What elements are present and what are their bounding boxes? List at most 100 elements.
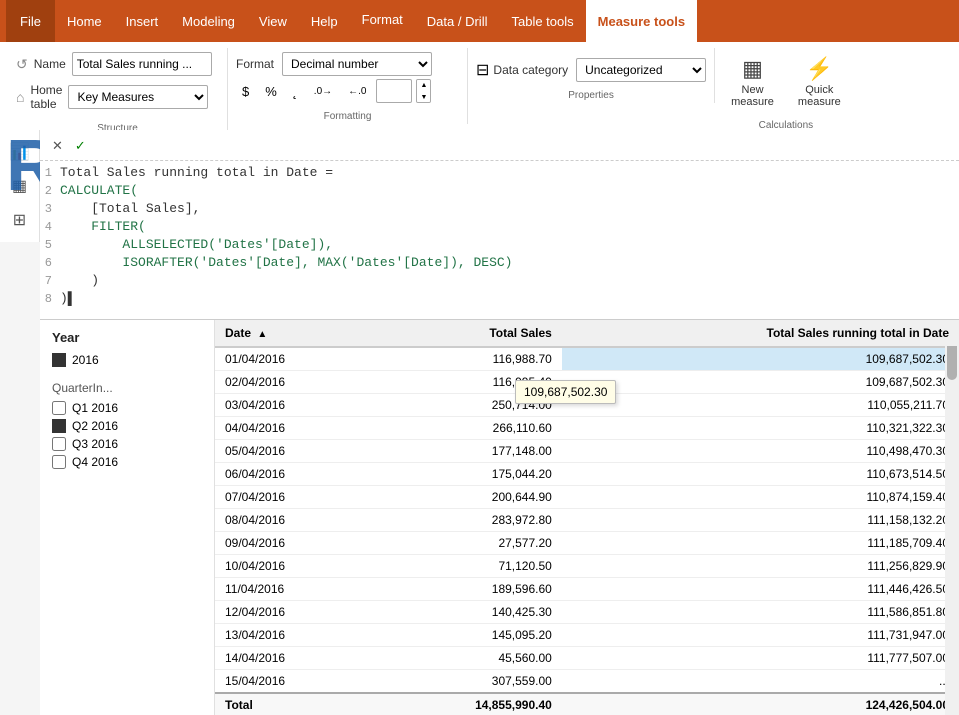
quick-measure-label: Quick measure bbox=[798, 84, 841, 108]
menu-view[interactable]: View bbox=[247, 0, 299, 42]
data-area: Year 2016 QuarterIn... Q1 2016 Q2 2016 Q… bbox=[40, 320, 959, 715]
cell-date: 01/04/2016 bbox=[215, 347, 372, 371]
year-2016-checkbox[interactable] bbox=[52, 353, 66, 367]
quick-measure-btn[interactable]: ⚡ Quick measure bbox=[790, 52, 849, 112]
menu-home[interactable]: Home bbox=[55, 0, 114, 42]
total-row: Total 14,855,990.40 124,426,504.00 bbox=[215, 693, 959, 715]
cell-sales: 307,559.00 bbox=[372, 670, 562, 694]
formatting-label: Formatting bbox=[236, 111, 459, 124]
table-row: 04/04/2016266,110.60110,321,322.30 bbox=[215, 417, 959, 440]
menu-help[interactable]: Help bbox=[299, 0, 350, 42]
formula-lines: 1 Total Sales running total in Date = 2 … bbox=[40, 161, 959, 313]
left-sidebar: 📊 ▦ ⊞ bbox=[0, 130, 40, 242]
q1-checkbox[interactable] bbox=[52, 401, 66, 415]
table-view-icon[interactable]: ▦ bbox=[8, 172, 31, 200]
dollar-btn[interactable]: $ bbox=[236, 79, 255, 103]
cell-sales: 27,577.20 bbox=[372, 532, 562, 555]
name-input[interactable] bbox=[72, 52, 212, 76]
menu-format[interactable]: Format bbox=[350, 0, 415, 42]
percent-btn[interactable]: % bbox=[259, 79, 283, 103]
table-container: Date ▲ Total Sales Total Sales running t… bbox=[215, 320, 959, 715]
cell-date: 03/04/2016 bbox=[215, 394, 372, 417]
q4-checkbox[interactable] bbox=[52, 455, 66, 469]
menu-insert[interactable]: Insert bbox=[114, 0, 171, 42]
total-label: Total bbox=[215, 693, 372, 715]
data-category-icon: ⊟ bbox=[476, 60, 489, 80]
q3-label: Q3 2016 bbox=[72, 437, 118, 451]
cell-running: 111,446,426.50 bbox=[562, 578, 959, 601]
filter-panel: Year 2016 QuarterIn... Q1 2016 Q2 2016 Q… bbox=[40, 320, 215, 715]
cell-running: 110,055,211.70 bbox=[562, 394, 959, 417]
cell-sales: 175,044.20 bbox=[372, 463, 562, 486]
cell-date: 10/04/2016 bbox=[215, 555, 372, 578]
chart-view-icon[interactable]: 📊 bbox=[6, 138, 34, 166]
main-area: ✕ ✓ 1 Total Sales running total in Date … bbox=[40, 130, 959, 715]
q4-item[interactable]: Q4 2016 bbox=[52, 455, 202, 469]
cell-running: 111,777,507.00 bbox=[562, 647, 959, 670]
ribbon-group-formatting: Format Decimal number $ % ˛ .0→ ←.0 2 ▲▼ bbox=[228, 48, 468, 124]
formula-line-1: 1 Total Sales running total in Date = bbox=[40, 165, 959, 183]
comma-btn[interactable]: ˛ bbox=[287, 79, 304, 103]
formula-line-6: 6 ISORAFTER('Dates'[Date], MAX('Dates'[D… bbox=[40, 255, 959, 273]
menu-table-tools[interactable]: Table tools bbox=[499, 0, 585, 42]
ribbon-group-structure: ↺ Name ⌂ Home table Key Measures Structu… bbox=[8, 48, 228, 136]
table-row: 14/04/201645,560.00111,777,507.00 bbox=[215, 647, 959, 670]
year-filter-title: Year bbox=[52, 330, 202, 345]
cell-running: 111,185,709.40 bbox=[562, 532, 959, 555]
cell-running: 109,687,502.30 bbox=[562, 347, 959, 371]
menu-measure-tools[interactable]: Measure tools bbox=[586, 0, 697, 42]
new-measure-icon: ▦ bbox=[742, 56, 763, 82]
q1-item[interactable]: Q1 2016 bbox=[52, 401, 202, 415]
table-row: 09/04/201627,577.20111,185,709.40 bbox=[215, 532, 959, 555]
formula-toolbar: ✕ ✓ bbox=[40, 136, 959, 161]
menu-bar: File Home Insert Modeling View Help Form… bbox=[0, 0, 959, 42]
q2-item[interactable]: Q2 2016 bbox=[52, 419, 202, 433]
col-total-sales[interactable]: Total Sales bbox=[372, 320, 562, 347]
ribbon-group-calculations: ▦ New measure ⚡ Quick measure Calculatio… bbox=[715, 48, 857, 133]
formula-line-5: 5 ALLSELECTED('Dates'[Date]), bbox=[40, 237, 959, 255]
table-footer: Total 14,855,990.40 124,426,504.00 bbox=[215, 693, 959, 715]
decimal-increase-btn[interactable]: .0→ bbox=[308, 79, 338, 103]
cell-running: 111,158,132.20 bbox=[562, 509, 959, 532]
new-measure-btn[interactable]: ▦ New measure bbox=[723, 52, 782, 112]
decimal-spinner[interactable]: ▲▼ bbox=[416, 79, 431, 103]
cell-date: 09/04/2016 bbox=[215, 532, 372, 555]
cell-running: 111,256,829.90 bbox=[562, 555, 959, 578]
cell-sales: 283,972.80 bbox=[372, 509, 562, 532]
home-table-select[interactable]: Key Measures bbox=[68, 85, 208, 109]
table-row: 10/04/201671,120.50111,256,829.90 bbox=[215, 555, 959, 578]
cell-running: 111,731,947.00 bbox=[562, 624, 959, 647]
q3-checkbox[interactable] bbox=[52, 437, 66, 451]
format-select[interactable]: Decimal number bbox=[282, 52, 432, 76]
col-running-total[interactable]: Total Sales running total in Date bbox=[562, 320, 959, 347]
q2-checkbox[interactable] bbox=[52, 419, 66, 433]
formula-confirm-btn[interactable]: ✓ bbox=[71, 136, 90, 156]
data-category-select[interactable]: Uncategorized bbox=[576, 58, 706, 82]
year-2016-item[interactable]: 2016 bbox=[52, 353, 202, 367]
cell-running: 110,498,470.30 bbox=[562, 440, 959, 463]
q3-item[interactable]: Q3 2016 bbox=[52, 437, 202, 451]
cell-sales: 145,095.20 bbox=[372, 624, 562, 647]
formula-line-3: 3 [Total Sales], bbox=[40, 201, 959, 219]
decimal-input[interactable]: 2 bbox=[376, 79, 412, 103]
formula-cancel-btn[interactable]: ✕ bbox=[48, 136, 67, 156]
tooltip-value: 109,687,502.30 bbox=[524, 385, 607, 399]
model-view-icon[interactable]: ⊞ bbox=[9, 206, 30, 234]
ribbon: ↺ Name ⌂ Home table Key Measures Structu… bbox=[0, 42, 959, 137]
cell-date: 13/04/2016 bbox=[215, 624, 372, 647]
cell-sales: 45,560.00 bbox=[372, 647, 562, 670]
menu-modeling[interactable]: Modeling bbox=[170, 0, 247, 42]
tooltip: 109,687,502.30 bbox=[515, 380, 616, 404]
cell-sales: 266,110.60 bbox=[372, 417, 562, 440]
cell-sales: 177,148.00 bbox=[372, 440, 562, 463]
cell-sales: 200,644.90 bbox=[372, 486, 562, 509]
cell-date: 08/04/2016 bbox=[215, 509, 372, 532]
decimal-decrease-btn[interactable]: ←.0 bbox=[342, 79, 372, 103]
table-scrollbar[interactable] bbox=[945, 320, 959, 715]
menu-data-drill[interactable]: Data / Drill bbox=[415, 0, 500, 42]
formula-line-4: 4 FILTER( bbox=[40, 219, 959, 237]
year-2016-label: 2016 bbox=[72, 353, 99, 367]
col-date[interactable]: Date ▲ bbox=[215, 320, 372, 347]
quarter-filter-section: QuarterIn... Q1 2016 Q2 2016 Q3 2016 Q4 … bbox=[52, 381, 202, 469]
menu-file[interactable]: File bbox=[6, 0, 55, 42]
